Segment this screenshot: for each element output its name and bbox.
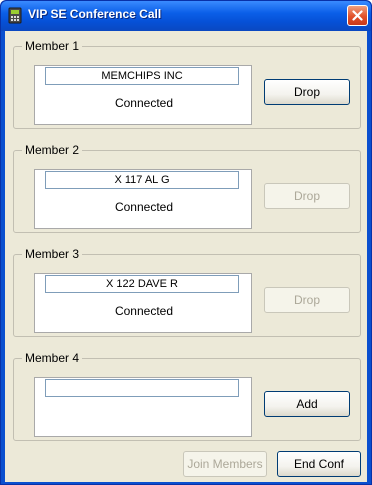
member-1-name-field[interactable] [45,67,239,85]
member-1-panel: Connected [34,65,252,125]
member-4-group: Member 4 Add [13,351,361,441]
member-4-panel [34,377,252,437]
close-icon [352,10,363,21]
member-2-drop-button[interactable]: Drop [264,183,350,209]
member-2-group: Member 2 Connected Drop [13,143,361,233]
client-area: Member 1 Connected Drop Member 2 Connect… [5,31,367,482]
member-3-drop-button[interactable]: Drop [264,287,350,313]
member-1-group: Member 1 Connected Drop [13,39,361,129]
member-1-legend: Member 1 [25,39,80,53]
member-1-status: Connected [114,96,174,110]
member-1-drop-button[interactable]: Drop [264,79,350,105]
title-bar[interactable]: VIP SE Conference Call [1,1,371,31]
member-3-panel: Connected [34,273,252,333]
member-2-legend: Member 2 [25,143,80,157]
close-button[interactable] [347,5,368,26]
member-4-name-field[interactable] [45,379,239,397]
member-2-status: Connected [114,200,174,214]
member-4-add-button[interactable]: Add [264,391,350,417]
member-3-name-field[interactable] [45,275,239,293]
end-conf-button[interactable]: End Conf [277,451,361,477]
join-members-button[interactable]: Join Members [183,451,267,477]
window-title: VIP SE Conference Call [28,7,162,21]
member-3-group: Member 3 Connected Drop [13,247,361,337]
member-3-legend: Member 3 [25,247,80,261]
member-2-panel: Connected [34,169,252,229]
member-2-name-field[interactable] [45,171,239,189]
conference-call-window: VIP SE Conference Call Member 1 Connecte… [0,0,372,485]
member-3-status: Connected [114,304,174,318]
member-4-legend: Member 4 [25,351,80,365]
phone-icon [8,7,22,24]
